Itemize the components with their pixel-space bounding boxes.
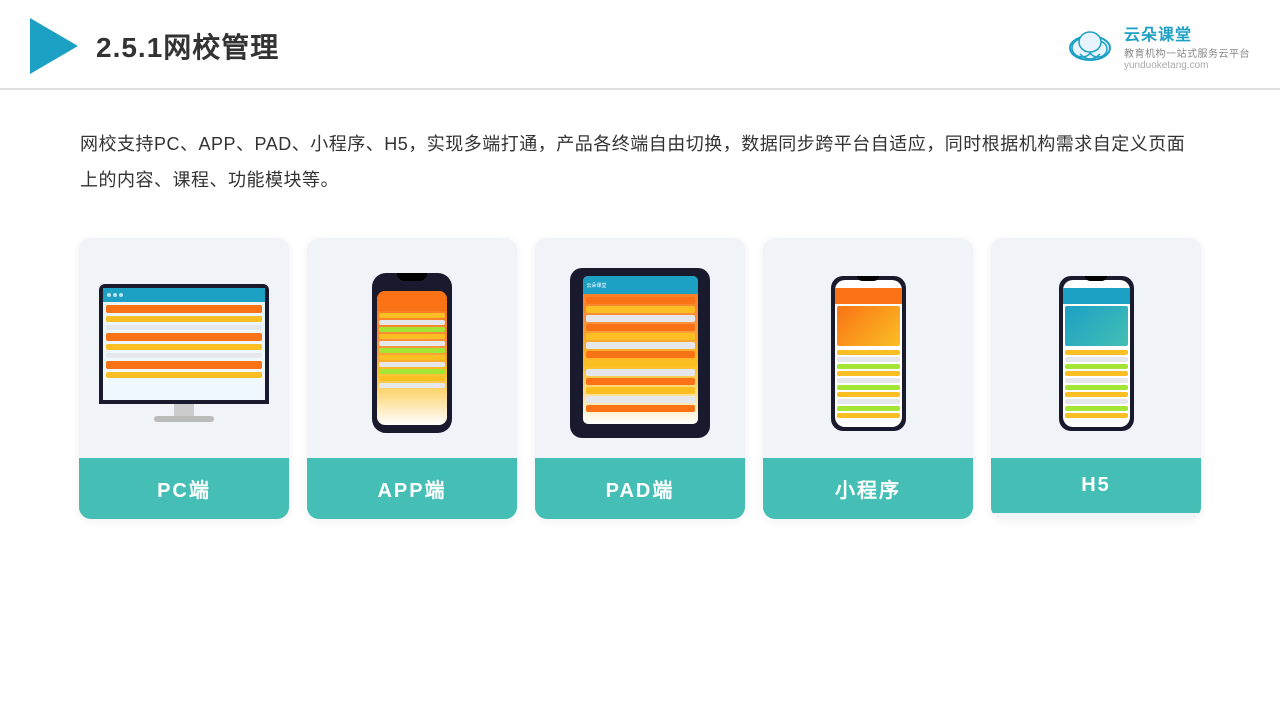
- brand-name: 云朵课堂: [1124, 21, 1192, 45]
- card-pad-label: PAD端: [535, 458, 745, 519]
- header: 2.5.1网校管理 云朵课堂 教育机构一站式服务云平台 yunduoketang…: [0, 0, 1280, 90]
- card-pc-label: PC端: [79, 458, 289, 519]
- tablet-mockup: 云朵课堂: [570, 268, 710, 438]
- card-pc-image: [79, 238, 289, 458]
- brand-text-block: 云朵课堂 教育机构一站式服务云平台 yunduoketang.com: [1124, 21, 1250, 71]
- card-mini-image: [763, 238, 973, 458]
- card-pad-image: 云朵课堂: [535, 238, 745, 458]
- mini-phone-mockup: [831, 276, 906, 431]
- brand-logo: 云朵课堂 教育机构一站式服务云平台 yunduoketang.com: [1064, 21, 1250, 71]
- description: 网校支持PC、APP、PAD、小程序、H5，实现多端打通，产品各终端自由切换，数…: [0, 90, 1280, 198]
- card-app-label: APP端: [307, 458, 517, 519]
- card-pc[interactable]: PC端: [79, 238, 289, 519]
- cloud-icon: [1064, 26, 1116, 66]
- card-pad[interactable]: 云朵课堂: [535, 238, 745, 519]
- pc-mockup: [99, 284, 269, 422]
- card-mini-label: 小程序: [763, 458, 973, 519]
- cards-container: PC端: [0, 198, 1280, 549]
- card-app-image: [307, 238, 517, 458]
- logo-triangle: [30, 18, 78, 74]
- description-text: 网校支持PC、APP、PAD、小程序、H5，实现多端打通，产品各终端自由切换，数…: [80, 126, 1200, 198]
- h5-phone-mockup: [1059, 276, 1134, 431]
- card-h5-label: H5: [991, 458, 1201, 513]
- card-mini[interactable]: 小程序: [763, 238, 973, 519]
- page-title: 2.5.1网校管理: [96, 26, 279, 66]
- phone-app-mockup: [372, 273, 452, 433]
- card-h5-image: [991, 238, 1201, 458]
- card-h5[interactable]: H5: [991, 238, 1201, 519]
- card-app[interactable]: APP端: [307, 238, 517, 519]
- header-left: 2.5.1网校管理: [30, 18, 279, 74]
- brand-tagline: 教育机构一站式服务云平台: [1124, 45, 1250, 60]
- brand-url: yunduoketang.com: [1124, 60, 1209, 71]
